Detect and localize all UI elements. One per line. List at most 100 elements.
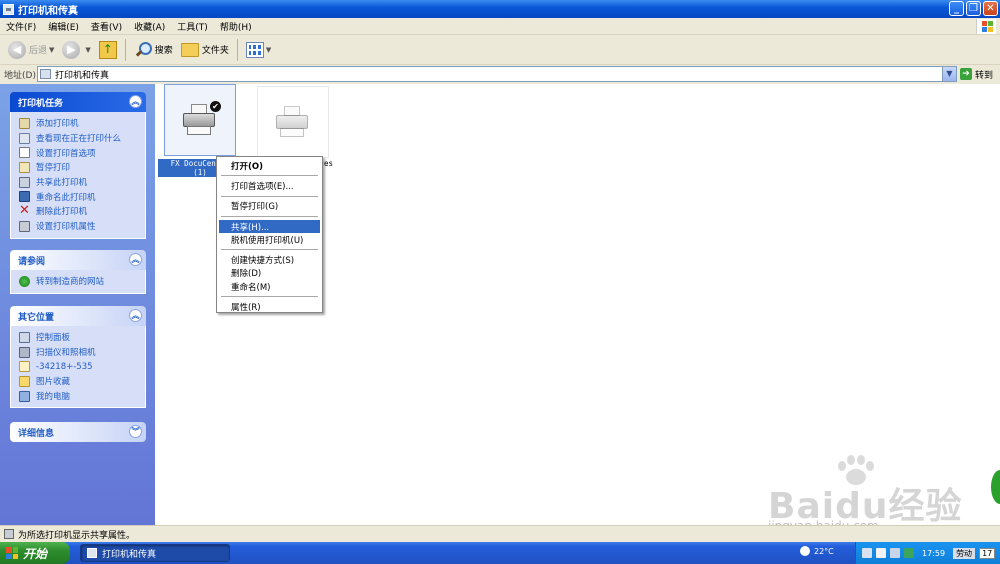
task-label: 添加打印机 <box>36 119 79 130</box>
task-label: 控制面板 <box>36 333 71 344</box>
printer-item-second[interactable] <box>257 86 329 158</box>
security-shield-icon[interactable] <box>904 548 914 558</box>
chevron-down-icon: ▼ <box>49 45 55 54</box>
collapse-icon[interactable]: ︽ <box>129 95 142 108</box>
go-arrow-icon: ➔ <box>960 68 972 80</box>
weather-widget[interactable]: 22°C <box>800 546 834 556</box>
task-delete-printer[interactable]: ✕ 删除此打印机 <box>19 204 145 219</box>
place-folder[interactable]: -34218+-535 <box>19 359 145 374</box>
window-controls: _ ❐ ✕ <box>949 1 998 16</box>
folders-label: 文件夹 <box>201 46 229 56</box>
place-my-pictures[interactable]: 图片收藏 <box>19 374 145 389</box>
go-button[interactable]: ➔ 转到 <box>960 66 993 82</box>
place-my-computer[interactable]: 我的电脑 <box>19 389 145 404</box>
ctx-printing-preferences[interactable]: 打印首选项(E)... <box>219 179 320 192</box>
close-button[interactable]: ✕ <box>983 1 998 16</box>
up-button[interactable]: ↑ <box>95 38 121 62</box>
forward-button[interactable]: ▶ ▼ <box>58 38 94 62</box>
printer-item-fx-docucentre[interactable]: ✔ <box>164 84 236 156</box>
see-also-header[interactable]: 请参阅 ︽ <box>10 250 146 270</box>
title-bar: 打印机和传真 _ ❐ ✕ <box>0 0 1000 18</box>
back-label: 后退 <box>29 46 48 56</box>
task-pause-printing[interactable]: 暂停打印 <box>19 160 145 175</box>
see-also-list: 转到制造商的网站 <box>10 270 146 294</box>
collapse-icon[interactable]: ︽ <box>129 309 142 322</box>
start-label: 开始 <box>23 546 48 561</box>
back-button[interactable]: ◀ 后退 ▼ <box>4 38 58 62</box>
delete-x-icon: ✕ <box>19 202 30 218</box>
task-share-printer[interactable]: 共享此打印机 <box>19 175 145 190</box>
see-also-panel: 请参阅 ︽ 转到制造商的网站 <box>10 250 146 294</box>
printer-folder-icon <box>40 69 51 79</box>
expand-icon[interactable]: ︾ <box>129 425 142 438</box>
menu-view[interactable]: 查看(V) <box>85 20 128 33</box>
task-manufacturer-website[interactable]: 转到制造商的网站 <box>19 274 145 289</box>
network-icon[interactable] <box>862 548 872 558</box>
add-printer-icon <box>19 117 30 129</box>
volume-icon[interactable] <box>890 548 900 558</box>
ctx-use-offline[interactable]: 脱机使用打印机(U) <box>219 233 320 246</box>
minimize-button[interactable]: _ <box>949 1 964 16</box>
document-icon <box>19 147 30 159</box>
details-header[interactable]: 详细信息 ︾ <box>10 422 146 442</box>
ctx-rename[interactable]: 重命名(M) <box>219 280 320 293</box>
printer-tasks-header[interactable]: 打印机任务 ︽ <box>10 92 146 112</box>
antivirus-icon[interactable] <box>876 548 886 558</box>
windows-logo-icon <box>6 547 18 559</box>
restore-button[interactable]: ❐ <box>966 1 981 16</box>
menu-edit[interactable]: 编辑(E) <box>42 20 85 33</box>
ime-number[interactable]: 17 <box>979 547 996 559</box>
back-arrow-icon: ◀ <box>8 40 26 59</box>
task-printer-properties[interactable]: 设置打印机属性 <box>19 219 145 234</box>
window-title: 打印机和传真 <box>18 5 78 17</box>
clock[interactable]: 17:59 <box>922 549 945 558</box>
address-dropdown-button[interactable]: ▼ <box>942 67 956 81</box>
task-label: 图片收藏 <box>36 377 71 388</box>
task-label: 设置打印机属性 <box>36 222 96 233</box>
ctx-properties[interactable]: 属性(R) <box>219 300 320 313</box>
printer-name-label[interactable]: es <box>324 159 333 168</box>
folder-icon <box>180 42 199 57</box>
ctx-sharing[interactable]: 共享(H)... <box>219 219 320 234</box>
control-panel-icon <box>19 331 30 343</box>
place-scanners-cameras[interactable]: 扫描仪和照相机 <box>19 345 145 360</box>
ctx-pause-printing[interactable]: 暂停打印(G) <box>219 200 320 213</box>
search-icon <box>134 41 152 59</box>
status-bar: 为所选打印机显示共享属性。 <box>0 525 1000 542</box>
menu-separator <box>221 296 318 298</box>
pictures-folder-icon <box>19 375 30 387</box>
place-control-panel[interactable]: 控制面板 <box>19 330 145 345</box>
ctx-open[interactable]: 打开(O) <box>219 159 320 172</box>
search-button[interactable]: 搜索 <box>130 38 177 62</box>
task-label: 删除此打印机 <box>36 207 88 218</box>
address-input[interactable]: 打印机和传真 ▼ <box>37 66 957 82</box>
menu-separator <box>221 215 318 217</box>
collapse-icon[interactable]: ︽ <box>129 253 142 266</box>
task-add-printer[interactable]: 添加打印机 <box>19 116 145 131</box>
menu-favorites[interactable]: 收藏(A) <box>128 20 171 33</box>
chevron-down-icon: ▼ <box>265 45 272 54</box>
web-globe-icon <box>19 275 30 287</box>
menu-file[interactable]: 文件(F) <box>0 20 42 33</box>
task-print-preferences[interactable]: 设置打印首选项 <box>19 145 145 160</box>
task-see-printing[interactable]: 查看现在正在打印什么 <box>19 131 145 146</box>
printer-icon <box>276 106 310 138</box>
menu-help[interactable]: 帮助(H) <box>214 20 258 33</box>
menu-separator <box>221 195 318 197</box>
details-panel: 详细信息 ︾ <box>10 422 146 442</box>
chevron-down-icon: ▼ <box>85 45 91 54</box>
ime-indicator[interactable]: 劳动 <box>953 547 976 559</box>
task-rename-printer[interactable]: 重命名此打印机 <box>19 189 145 204</box>
ctx-create-shortcut[interactable]: 创建快捷方式(S) <box>219 253 320 266</box>
other-places-header[interactable]: 其它位置 ︽ <box>10 306 146 326</box>
menu-tools[interactable]: 工具(T) <box>171 20 214 33</box>
printer-tasks-list: 添加打印机 查看现在正在打印什么 设置打印首选项 暂停打印 共享此打印机 重命名… <box>10 112 146 239</box>
folder-icon <box>19 361 30 373</box>
ctx-delete[interactable]: 删除(D) <box>219 267 320 280</box>
system-tray: 17:59 劳动 17 <box>855 542 1000 564</box>
folders-button[interactable]: 文件夹 <box>177 38 233 62</box>
taskbar-window-button[interactable]: 打印机和传真 <box>80 544 230 562</box>
task-label: 扫描仪和照相机 <box>36 348 96 359</box>
start-button[interactable]: 开始 <box>0 542 70 564</box>
views-button[interactable]: ▼ <box>242 38 275 62</box>
